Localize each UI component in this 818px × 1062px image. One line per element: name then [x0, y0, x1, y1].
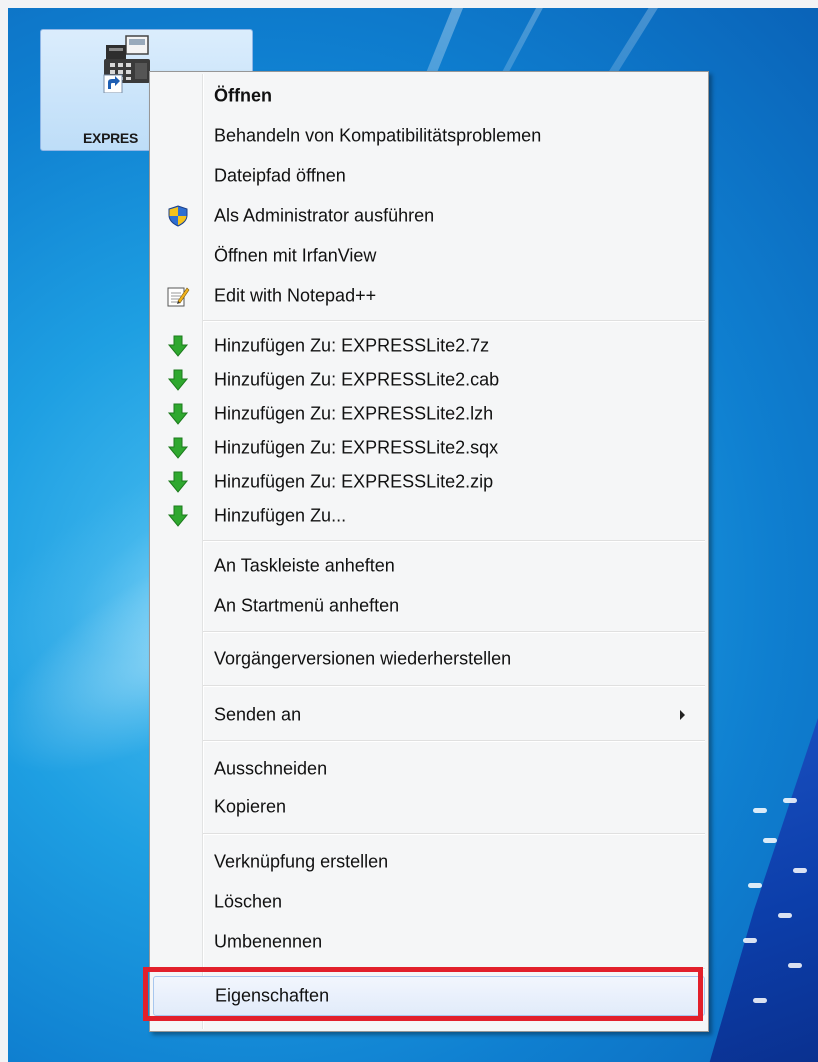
menu-item-restore-previous-versions[interactable]: Vorgängerversionen wiederherstellen	[153, 639, 705, 679]
menu-separator	[203, 740, 705, 742]
menu-item-label: Vorgängerversionen wiederherstellen	[214, 648, 512, 669]
menu-item-open-file-location[interactable]: Dateipfad öffnen	[153, 156, 705, 196]
uac-shield-icon	[168, 205, 188, 227]
menu-item-label: Edit with Notepad++	[214, 285, 377, 306]
context-menu: Öffnen Behandeln von Kompatibilitätsprob…	[149, 71, 709, 1032]
menu-separator	[203, 631, 705, 633]
menu-item-send-to[interactable]: Senden an	[153, 695, 705, 735]
wallpaper-dot	[778, 913, 792, 918]
menu-item-label: An Startmenü anheften	[214, 595, 400, 616]
menu-item-label: Hinzufügen Zu: EXPRESSLite2.cab	[214, 369, 500, 390]
menu-item-rename[interactable]: Umbenennen	[153, 922, 705, 962]
menu-item-label: Als Administrator ausführen	[214, 205, 435, 226]
menu-item-label: An Taskleiste anheften	[214, 555, 395, 576]
chevron-right-icon	[680, 710, 685, 720]
menu-item-label: Ausschneiden	[214, 758, 328, 779]
menu-item-label: Senden an	[214, 704, 302, 725]
menu-item-label: Verknüpfung erstellen	[214, 851, 389, 872]
green-down-arrow-icon	[167, 505, 189, 527]
menu-item-label: Löschen	[214, 891, 283, 912]
fax-machine-icon	[103, 35, 150, 93]
menu-item-add-to-archive[interactable]: Hinzufügen Zu...	[153, 496, 705, 536]
menu-item-troubleshoot-compatibility[interactable]: Behandeln von Kompatibilitätsproblemen	[153, 116, 705, 156]
menu-item-label: Hinzufügen Zu: EXPRESSLite2.lzh	[214, 403, 494, 424]
menu-item-pin-to-taskbar[interactable]: An Taskleiste anheften	[153, 546, 705, 586]
menu-separator	[203, 540, 705, 542]
menu-item-label: Behandeln von Kompatibilitätsproblemen	[214, 125, 542, 146]
wallpaper-dot	[788, 963, 802, 968]
wallpaper-dot	[743, 938, 757, 943]
menu-item-pin-to-start[interactable]: An Startmenü anheften	[153, 586, 705, 626]
menu-item-edit-notepad-plus[interactable]: Edit with Notepad++	[153, 276, 705, 316]
menu-item-open[interactable]: Öffnen	[153, 76, 705, 116]
green-down-arrow-icon	[167, 369, 189, 391]
wallpaper-dot	[793, 868, 807, 873]
menu-item-cut[interactable]: Ausschneiden	[153, 749, 705, 789]
wallpaper-dot	[753, 808, 767, 813]
green-down-arrow-icon	[167, 437, 189, 459]
green-down-arrow-icon	[167, 403, 189, 425]
menu-item-label: Hinzufügen Zu: EXPRESSLite2.zip	[214, 471, 494, 492]
menu-item-run-as-admin[interactable]: Als Administrator ausführen	[153, 196, 705, 236]
menu-separator	[203, 833, 705, 835]
green-down-arrow-icon	[167, 335, 189, 357]
menu-item-delete[interactable]: Löschen	[153, 882, 705, 922]
wallpaper-dot	[783, 798, 797, 803]
menu-item-open-with-irfanview[interactable]: Öffnen mit IrfanView	[153, 236, 705, 276]
menu-item-label: Dateipfad öffnen	[214, 165, 346, 186]
wallpaper-dot	[763, 838, 777, 843]
wallpaper-dot	[748, 883, 762, 888]
menu-item-label: Öffnen	[214, 85, 272, 106]
notepad-plus-icon	[167, 287, 190, 307]
menu-item-copy[interactable]: Kopieren	[153, 787, 705, 827]
menu-item-label: Hinzufügen Zu...	[214, 505, 347, 526]
menu-separator	[203, 685, 705, 687]
wallpaper-dot	[753, 998, 767, 1003]
menu-item-label: Kopieren	[214, 796, 287, 817]
menu-separator	[203, 320, 705, 322]
menu-item-label: Hinzufügen Zu: EXPRESSLite2.7z	[214, 335, 490, 356]
menu-item-label: Umbenennen	[214, 931, 323, 952]
highlight-annotation-box	[143, 967, 703, 1021]
menu-item-label: Öffnen mit IrfanView	[214, 245, 377, 266]
green-down-arrow-icon	[167, 471, 189, 493]
menu-item-label: Hinzufügen Zu: EXPRESSLite2.sqx	[214, 437, 499, 458]
menu-item-create-shortcut[interactable]: Verknüpfung erstellen	[153, 842, 705, 882]
